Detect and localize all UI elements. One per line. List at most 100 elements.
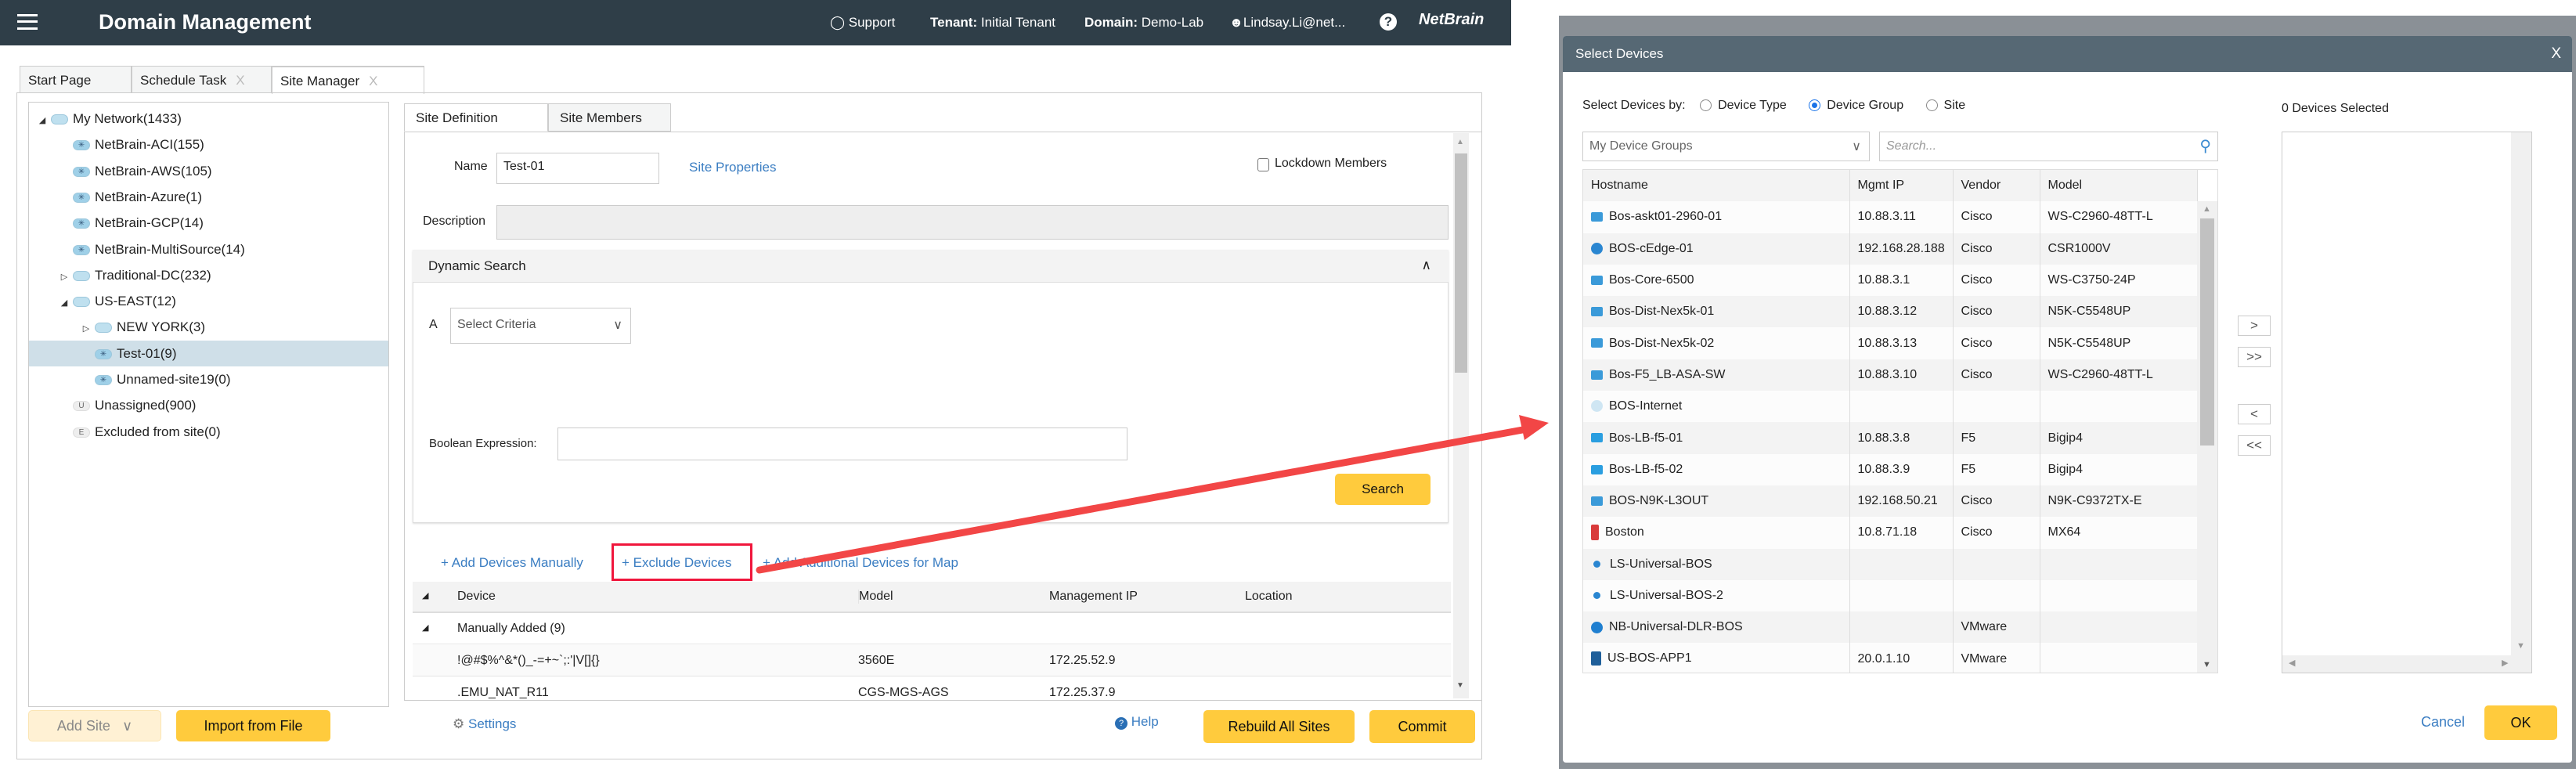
cell-text: Cisco [1961,210,1993,224]
dialog-header: Select Devices X [1563,36,2572,72]
table-row[interactable]: Bos-LB-f5-02 10.88.3.9 F5 Bigip4 [1583,453,2198,485]
cell-text: 20.0.1.10 [1857,651,1910,666]
firewall-icon [1591,525,1599,541]
model-cell: CSR1000V [2040,233,2198,265]
device-table-scrollbar[interactable]: ▲ ▼ [2197,201,2217,673]
server-icon [1591,651,1601,666]
column-hostname[interactable]: Hostname [1583,170,1850,202]
vendor-cell: F5 [1953,453,2040,485]
cell-text: WS-C2960-48TT-L [2047,210,2153,224]
table-row[interactable]: BOS-cEdge-01 192.168.28.188 Cisco CSR1000V [1583,233,2198,265]
table-row[interactable]: Bos-askt01-2960-01 10.88.3.11 Cisco WS-C296… [1583,201,2198,233]
load-balancer-icon [1591,464,1603,474]
switch-icon [1591,370,1603,380]
cell-text: NB-Universal-DLR-BOS [1609,620,1743,634]
table-row[interactable]: Boston 10.8.71.18 Cisco MX64 [1583,517,2198,549]
table-row[interactable]: Bos-F5_LB-ASA-SW 10.88.3.10 Cisco WS-C2960-… [1583,359,2198,391]
table-row[interactable]: BOS-Internet [1583,391,2198,423]
cancel-button[interactable]: Cancel [2421,714,2465,731]
table-row[interactable]: NB-Universal-DLR-BOS VMware [1583,611,2198,644]
vendor-cell: Cisco [1953,264,2040,297]
cell-text: WS-C2960-48TT-L [2047,367,2153,381]
scroll-down-icon[interactable]: ▼ [2516,641,2525,651]
cell-text: 192.168.28.188 [1857,241,1945,255]
radio-device-type[interactable] [1700,99,1712,112]
column-mgmt-ip[interactable]: Mgmt IP [1849,170,1954,202]
cell-text: VMware [1961,620,2008,634]
mgmt-ip-cell: 192.168.28.188 [1849,233,1954,265]
table-row[interactable]: Bos-Core-6500 10.88.3.1 Cisco WS-C3750-24P [1583,264,2198,297]
vendor-cell [1953,548,2040,580]
cell-text: 10.88.3.8 [1857,431,1910,445]
cell-text: 10.88.3.11 [1857,210,1916,224]
cell-text: Bos-Core-6500 [1609,273,1694,287]
mgmt-ip-cell [1849,579,1954,612]
remove-all-button[interactable]: << [2238,435,2271,456]
radio-label: Device Type [1718,99,1787,112]
device-group-dropdown[interactable]: My Device Groups ∨ [1582,132,1870,161]
mgmt-ip-cell [1849,548,1954,580]
add-all-button[interactable]: >> [2238,347,2271,367]
vendor-cell: Cisco [1953,233,2040,265]
cell-text: 10.8.71.18 [1857,525,1918,539]
column-model[interactable]: Model [2040,170,2198,202]
cell-text: LS-Universal-BOS [1610,557,1712,571]
cell-text: N5K-C5548UP [2047,336,2131,350]
close-icon[interactable]: X [2551,45,2561,63]
l3-switch-icon [1591,338,1603,348]
table-row[interactable]: Bos-Dist-Nex5k-02 10.88.3.13 Cisco N5K-C554… [1583,327,2198,359]
device-search-input[interactable]: Search... ⚲ [1879,132,2218,161]
vendor-cell: VMware [1953,643,2040,673]
hostname-cell: LS-Universal-BOS-2 [1583,579,1850,612]
ok-button[interactable]: OK [2484,705,2557,740]
hostname-cell: LS-Universal-BOS [1583,548,1850,580]
table-row[interactable]: Bos-Dist-Nex5k-01 10.88.3.12 Cisco N5K-C554… [1583,296,2198,328]
scroll-right-icon[interactable]: ▶ [2502,658,2508,668]
remove-selected-button[interactable]: < [2238,404,2271,424]
scroll-up-icon[interactable]: ▲ [2203,204,2211,214]
cell-text: 10.88.3.1 [1857,273,1910,287]
cell-text: Bos-askt01-2960-01 [1609,210,1723,224]
scrollbar-thumb[interactable] [2200,218,2214,446]
add-selected-button[interactable]: > [2238,316,2271,336]
scroll-down-icon[interactable]: ▼ [2203,660,2211,669]
hostname-cell: BOS-N9K-L3OUT [1583,485,1850,518]
hostname-cell: US-BOS-APP1 [1583,643,1850,673]
table-row[interactable]: BOS-N9K-L3OUT 192.168.50.21 Cisco N9K-C9372… [1583,485,2198,518]
radio-site[interactable] [1925,99,1938,112]
cloud-icon [1591,400,1603,413]
hostname-cell: Bos-LB-f5-01 [1583,422,1850,454]
search-icon[interactable]: ⚲ [2199,136,2211,156]
cell-text: BOS-cEdge-01 [1609,241,1694,255]
cell-text: Cisco [1961,367,1993,381]
selected-devices-list[interactable]: ▼ ◀ ▶ [2282,132,2532,673]
vendor-cell: Cisco [1953,485,2040,518]
radio-label: Device Group [1827,99,1904,112]
switch-icon [1591,275,1603,285]
column-vendor[interactable]: Vendor [1953,170,2040,202]
table-row[interactable]: LS-Universal-BOS-2 [1583,579,2198,612]
cell-text: VMware [1961,651,2008,666]
vendor-cell: Cisco [1953,327,2040,359]
cell-text: Boston [1605,525,1644,539]
table-row[interactable]: Bos-LB-f5-01 10.88.3.8 F5 Bigip4 [1583,422,2198,454]
cell-text: N5K-C5548UP [2047,305,2131,319]
radio-device-group[interactable] [1809,99,1821,112]
model-cell: N5K-C5548UP [2040,296,2198,328]
cell-text: US-BOS-APP1 [1607,651,1692,666]
table-row[interactable]: US-BOS-APP1 20.0.1.10 VMware [1583,643,2198,673]
cell-text: Bigip4 [2047,462,2083,476]
model-cell [2040,548,2198,580]
selected-list-vscroll[interactable]: ▼ [2511,132,2531,655]
mgmt-ip-cell: 10.88.3.9 [1849,453,1954,485]
selected-list-hscroll[interactable]: ◀ ▶ [2282,655,2531,673]
dialog-title: Select Devices [1575,46,1664,61]
vendor-cell: VMware [1953,611,2040,644]
mgmt-ip-cell: 20.0.1.10 [1849,643,1954,673]
table-row[interactable]: LS-Universal-BOS [1583,548,2198,580]
mgmt-ip-cell: 192.168.50.21 [1849,485,1954,518]
scroll-left-icon[interactable]: ◀ [2289,658,2295,668]
selected-count: 0 Devices Selected [2282,102,2389,115]
cell-text: 10.88.3.13 [1857,336,1918,350]
dot-icon [1593,592,1600,600]
